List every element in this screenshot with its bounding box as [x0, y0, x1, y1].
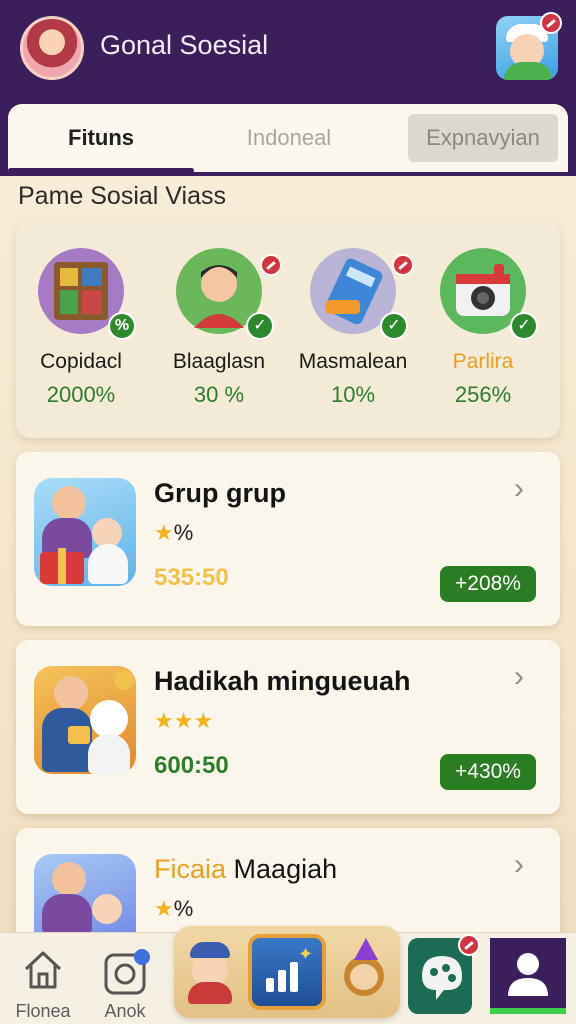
star-icon: ★	[154, 520, 174, 545]
growth-badge: +208%	[440, 566, 536, 602]
stat-name: Masmalean	[298, 350, 408, 373]
chevron-right-icon[interactable]: ›	[514, 848, 524, 882]
stat-item[interactable]: ✓ Masmalean 10%	[288, 222, 418, 438]
nav-label: Flonea	[15, 1001, 71, 1021]
group-thumbnail	[34, 478, 136, 586]
star-icon: ★	[154, 896, 174, 921]
list-item[interactable]: Hadikah mingueuah ★★★ 600:50 +430% ›	[16, 640, 560, 814]
tab-expnavyian[interactable]: Expnavyian	[408, 114, 558, 162]
stat-value: 2000%	[46, 382, 116, 407]
rating-suffix: %	[173, 896, 194, 921]
rating-suffix: %	[173, 520, 194, 545]
notification-badge-icon	[392, 254, 414, 276]
nav-home[interactable]: Flonea	[8, 933, 78, 1024]
stat-value: 30 %	[193, 382, 245, 407]
nav-label: Anok	[104, 1001, 146, 1021]
stat-name: Blaaglasn	[172, 350, 266, 373]
stat-value: 256%	[454, 382, 512, 407]
reward-thumbnail	[34, 666, 136, 774]
percent-badge-icon: %	[108, 312, 136, 340]
check-icon: ✓	[380, 312, 408, 340]
rating: ★%	[154, 520, 193, 546]
stat-item[interactable]: ✓ Parlira 256%	[418, 222, 548, 438]
user-icon	[508, 953, 548, 996]
card-title: Grup grup	[154, 478, 286, 508]
growth-badge: +430%	[440, 754, 536, 790]
center-action-group: ✦	[174, 926, 400, 1018]
list-item[interactable]: Grup grup ★% 535:50 +208% ›	[16, 452, 560, 626]
app-title: Gonal Soesial	[100, 30, 269, 60]
home-icon	[24, 951, 62, 989]
notification-badge-icon	[458, 934, 480, 956]
square-notification-icon	[104, 949, 150, 995]
stat-item[interactable]: ✓ Blaaglasn 30 %	[154, 222, 284, 438]
stat-item[interactable]: % Copidacl 2000%	[16, 222, 146, 438]
tab-fituns[interactable]: Fituns	[8, 104, 194, 172]
user-avatar[interactable]	[20, 16, 84, 80]
stat-name: Copidacl	[40, 350, 122, 373]
palette-icon	[422, 956, 462, 1000]
card-title: Ficaia Maagiah	[154, 854, 337, 885]
bar-chart-icon: ✦	[252, 938, 322, 1006]
check-icon: ✓	[246, 312, 274, 340]
chevron-right-icon[interactable]: ›	[514, 472, 524, 506]
card-title-rest: Maagiah	[233, 854, 338, 884]
tab-bar: Fituns Indoneal Expnavyian	[8, 104, 568, 173]
palette-app-button[interactable]	[408, 934, 480, 1014]
card-title: Hadikah mingueuah	[154, 666, 411, 696]
check-icon: ✓	[510, 312, 538, 340]
notification-badge-icon	[260, 254, 282, 276]
notification-badge-icon	[540, 12, 562, 34]
card-amount: 600:50	[154, 752, 229, 779]
profile-nav-button[interactable]	[490, 938, 566, 1014]
section-title: Pame Sosial Viass	[18, 182, 226, 210]
nav-anok[interactable]: Anok	[90, 933, 160, 1024]
stat-name: Parlira	[452, 350, 514, 373]
rating: ★★★	[154, 708, 213, 734]
mascot-right-icon[interactable]	[338, 938, 390, 1004]
tab-indoneal[interactable]: Indoneal	[194, 104, 384, 172]
active-tab-indicator	[8, 168, 194, 173]
mascot-left-icon[interactable]	[184, 938, 236, 1004]
star-icon: ★★★	[154, 708, 214, 733]
card-amount: 535:50	[154, 564, 229, 591]
rating: ★%	[154, 896, 193, 922]
card-title-highlight: Ficaia	[154, 854, 227, 884]
chevron-right-icon[interactable]: ›	[514, 660, 524, 694]
stats-card: % Copidacl 2000% ✓ Blaaglasn 30 % ✓ Masm…	[16, 222, 560, 438]
stats-chart-button[interactable]: ✦	[248, 934, 326, 1010]
stat-value: 10%	[330, 382, 376, 407]
